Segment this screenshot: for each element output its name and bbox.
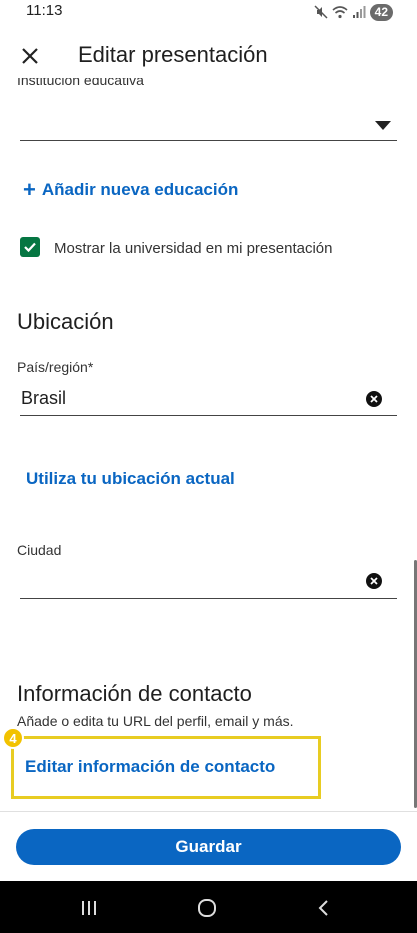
status-bar: 11:13 42 — [0, 0, 417, 24]
clear-icon — [370, 395, 378, 403]
back-button[interactable] — [304, 895, 344, 921]
country-label: País/región* — [17, 359, 94, 375]
contact-section-title: Información de contacto — [17, 681, 252, 706]
institution-underline — [20, 140, 397, 141]
signal-icon — [352, 6, 366, 18]
show-university-label: Mostrar la universidad en mi presentació… — [54, 240, 333, 257]
back-icon — [318, 900, 328, 916]
institution-dropdown[interactable] — [20, 106, 397, 140]
dropdown-arrow-icon — [375, 121, 391, 130]
location-section-title: Ubicación — [17, 309, 114, 334]
close-button[interactable] — [16, 42, 44, 70]
recent-apps-button[interactable] — [69, 895, 109, 921]
city-label: Ciudad — [17, 542, 62, 558]
save-button[interactable]: Guardar — [16, 829, 401, 865]
edit-contact-info-link[interactable]: Editar información de contacto — [25, 757, 275, 777]
contact-description: Añade o edita tu URL del perfil, email y… — [17, 713, 294, 729]
wifi-icon — [332, 6, 348, 19]
home-icon — [198, 899, 216, 917]
app-bar: Editar presentación — [0, 30, 417, 82]
country-value: Brasil — [21, 388, 67, 408]
show-university-checkbox[interactable] — [20, 237, 40, 257]
home-button[interactable] — [187, 895, 227, 921]
step-badge: 4 — [2, 727, 24, 749]
status-icons: 42 — [314, 3, 393, 21]
page-title: Editar presentación — [78, 42, 268, 67]
recent-apps-icon — [82, 901, 96, 915]
clear-icon — [370, 577, 378, 585]
country-underline — [20, 415, 397, 416]
institution-label: Institución educativa — [17, 78, 144, 88]
plus-icon: + — [23, 177, 36, 202]
form-content[interactable]: Institución educativa + Añadir nueva educ… — [0, 78, 417, 811]
city-underline — [20, 598, 397, 599]
city-input[interactable] — [20, 564, 397, 598]
status-time: 11:13 — [26, 2, 63, 19]
system-nav-bar — [0, 881, 417, 933]
clear-country-button[interactable] — [366, 391, 382, 407]
mute-icon — [314, 5, 328, 19]
close-icon — [22, 48, 38, 64]
add-education-label: Añadir nueva educación — [41, 180, 239, 199]
footer: Guardar — [0, 811, 417, 881]
use-current-location-button[interactable]: Utiliza tu ubicación actual — [26, 469, 235, 489]
clear-city-button[interactable] — [366, 573, 382, 589]
add-education-button[interactable]: + Añadir nueva educación — [23, 177, 238, 203]
country-input[interactable]: Brasil — [20, 382, 397, 416]
battery-indicator: 42 — [369, 3, 393, 21]
checkmark-icon — [24, 242, 36, 253]
